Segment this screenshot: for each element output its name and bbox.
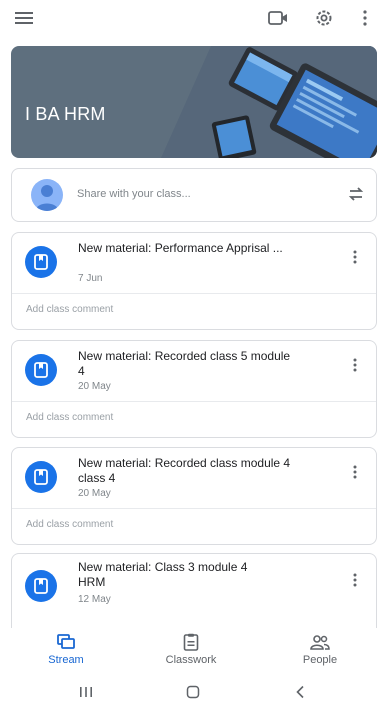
avatar	[31, 179, 63, 211]
add-class-comment[interactable]: Add class comment	[12, 509, 376, 541]
stream-icon	[21, 632, 111, 652]
add-class-comment[interactable]: Add class comment	[12, 402, 376, 434]
tab-people[interactable]: People	[275, 632, 365, 666]
material-icon	[25, 246, 57, 278]
people-icon	[275, 632, 365, 652]
gear-icon[interactable]	[312, 6, 336, 30]
stream-post[interactable]: New material: Class 3 module 4 HRM 12 Ma…	[11, 553, 377, 633]
stream-post[interactable]: New material: Performance Apprisal ... 7…	[11, 232, 377, 330]
more-vert-icon[interactable]	[353, 6, 377, 30]
material-icon	[25, 570, 57, 602]
hamburger-menu-icon[interactable]	[12, 6, 36, 30]
material-icon	[25, 354, 57, 386]
tab-people-label: People	[302, 654, 338, 666]
more-vert-icon[interactable]	[348, 355, 362, 375]
top-app-bar	[0, 0, 379, 36]
post-title[interactable]: New material: Recorded class 5 module 4	[78, 349, 298, 379]
more-vert-icon[interactable]	[348, 462, 362, 482]
class-title: I BA HRM	[25, 104, 106, 124]
post-title[interactable]: New material: Performance Apprisal ...	[78, 241, 298, 256]
post-date: 20 May	[78, 488, 111, 499]
system-navigation-bar	[0, 674, 379, 710]
post-date: 7 Jun	[78, 273, 103, 284]
post-date: 20 May	[78, 381, 111, 392]
share-with-class-card[interactable]: Share with your class...	[11, 168, 377, 222]
tab-classwork[interactable]: Classwork	[146, 632, 236, 666]
share-placeholder[interactable]: Share with your class...	[77, 188, 191, 200]
banner-illustration	[161, 46, 377, 158]
stream-post[interactable]: New material: Recorded class 5 module 4 …	[11, 340, 377, 438]
post-title[interactable]: New material: Recorded class module 4 cl…	[78, 456, 298, 486]
material-icon	[25, 461, 57, 493]
add-class-comment[interactable]: Add class comment	[12, 294, 376, 326]
tab-stream-label: Stream	[48, 654, 84, 666]
repost-icon[interactable]	[346, 184, 366, 209]
more-vert-icon[interactable]	[348, 247, 362, 267]
tab-classwork-label: Classwork	[165, 654, 217, 666]
recent-apps-icon[interactable]	[76, 682, 96, 702]
class-banner[interactable]: I BA HRM	[11, 46, 377, 158]
video-camera-icon[interactable]	[266, 6, 290, 30]
back-icon[interactable]	[290, 682, 310, 702]
bottom-navigation: Stream Classwork People	[0, 628, 379, 672]
stream-post[interactable]: New material: Recorded class module 4 cl…	[11, 447, 377, 545]
tab-stream[interactable]: Stream	[21, 632, 111, 666]
classwork-icon	[146, 632, 236, 652]
post-date: 12 May	[78, 594, 111, 605]
home-icon[interactable]	[183, 682, 203, 702]
post-title[interactable]: New material: Class 3 module 4 HRM	[78, 560, 278, 590]
more-vert-icon[interactable]	[348, 570, 362, 590]
